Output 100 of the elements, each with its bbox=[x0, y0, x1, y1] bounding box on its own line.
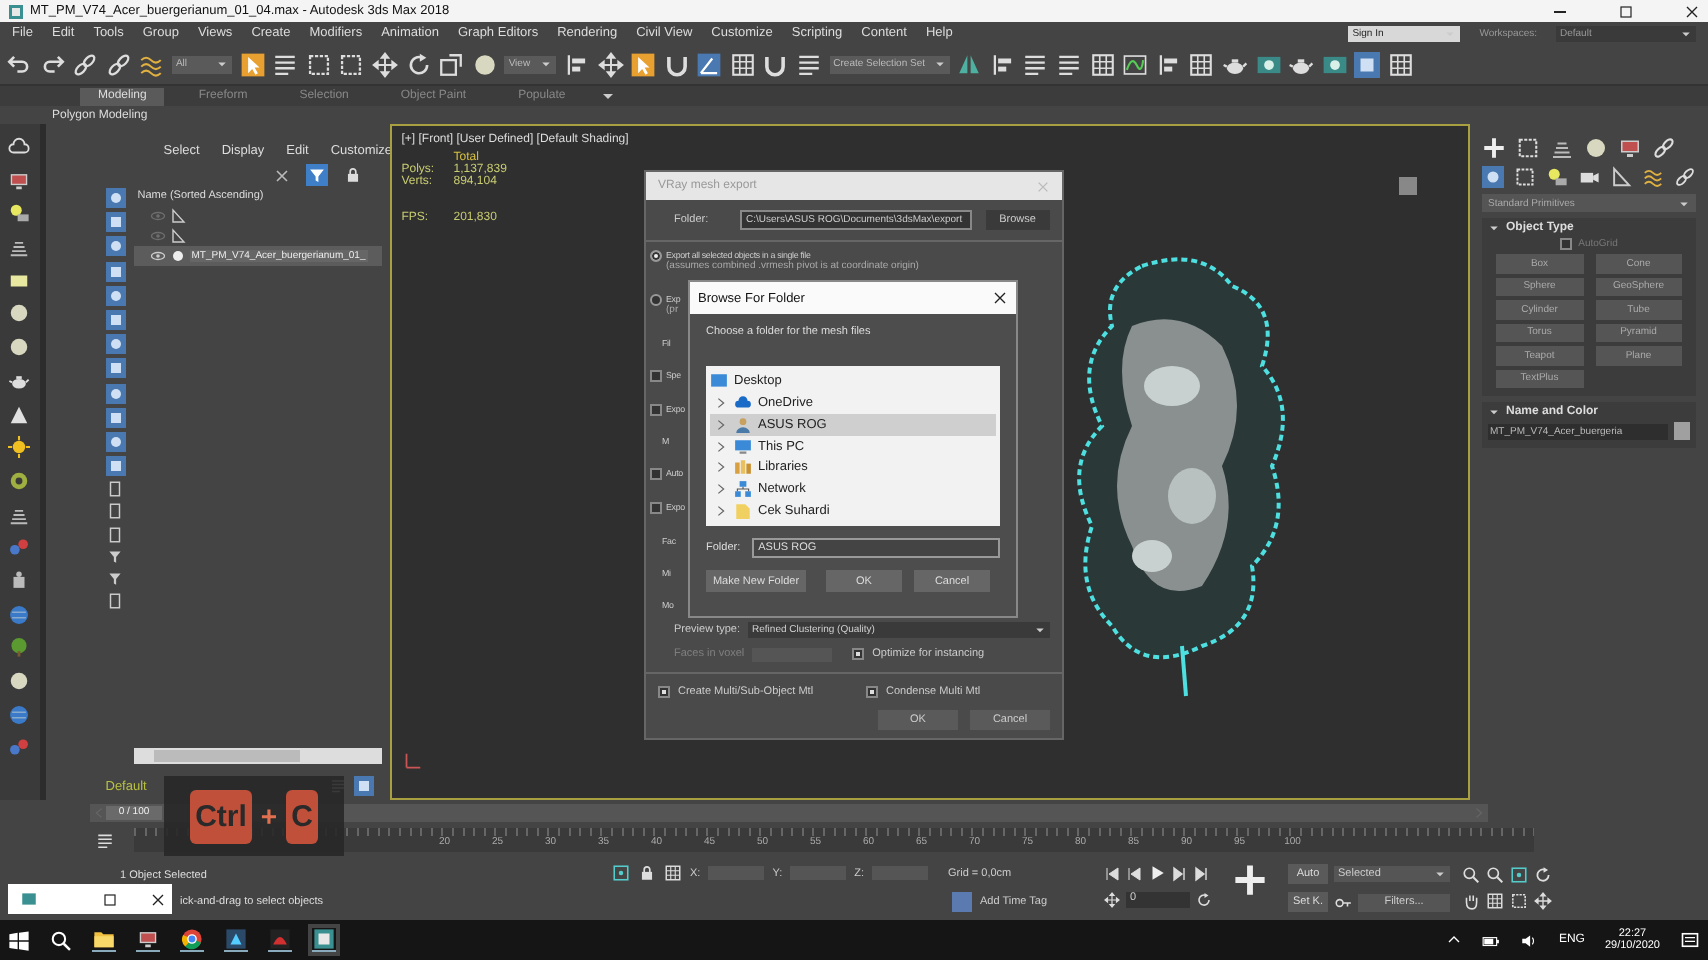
chevron-right-icon[interactable] bbox=[714, 439, 728, 453]
lock-icon[interactable] bbox=[343, 166, 362, 184]
radio-button[interactable] bbox=[650, 250, 662, 262]
checkbox[interactable] bbox=[1560, 238, 1573, 250]
chevron-up-icon[interactable] bbox=[1446, 932, 1463, 948]
filter-toggle-icon[interactable] bbox=[105, 431, 126, 452]
checkbox[interactable] bbox=[852, 648, 865, 660]
app-icon[interactable] bbox=[268, 928, 292, 952]
stairs-icon[interactable] bbox=[8, 236, 31, 259]
modify-icon[interactable] bbox=[1516, 136, 1540, 160]
track-icon[interactable] bbox=[96, 831, 114, 849]
notification-icon[interactable] bbox=[1680, 930, 1700, 950]
sphere-icon[interactable] bbox=[8, 670, 31, 692]
magnet-icon[interactable] bbox=[663, 51, 690, 77]
battery-icon[interactable] bbox=[1482, 931, 1501, 949]
checkbox[interactable] bbox=[650, 502, 662, 515]
molecule-icon[interactable] bbox=[8, 536, 31, 559]
collapse-icon[interactable] bbox=[1488, 406, 1500, 418]
list-icon[interactable] bbox=[1022, 51, 1049, 77]
walk-icon[interactable] bbox=[1534, 892, 1552, 910]
layer-button-icon[interactable] bbox=[353, 776, 374, 796]
checkbox[interactable] bbox=[650, 369, 662, 382]
filter-toggle-icon[interactable] bbox=[105, 285, 126, 306]
app-icon[interactable] bbox=[224, 928, 248, 952]
prev-frame-icon[interactable] bbox=[1126, 865, 1142, 881]
link-icon[interactable] bbox=[72, 51, 99, 77]
filter-icon[interactable] bbox=[305, 164, 328, 186]
bluebox-icon[interactable] bbox=[1354, 51, 1381, 77]
close-icon[interactable] bbox=[150, 891, 166, 907]
absolute-icon[interactable] bbox=[664, 864, 682, 882]
spacewarps-icon[interactable] bbox=[1642, 166, 1664, 188]
list-icon[interactable] bbox=[796, 51, 823, 77]
curve-icon[interactable] bbox=[1122, 51, 1149, 77]
sphere-icon[interactable] bbox=[471, 51, 498, 77]
filter-toggle-icon[interactable] bbox=[105, 456, 126, 477]
zoom-icon[interactable] bbox=[1462, 866, 1480, 884]
globe-icon[interactable] bbox=[8, 703, 31, 726]
windows-start-icon[interactable] bbox=[8, 929, 30, 951]
filter-toggle-icon[interactable] bbox=[105, 212, 126, 233]
scale-icon[interactable] bbox=[438, 51, 465, 77]
pan-icon[interactable] bbox=[1462, 892, 1480, 910]
screen-icon[interactable] bbox=[8, 169, 31, 192]
checkbox[interactable] bbox=[650, 468, 662, 481]
selection-region-icon[interactable] bbox=[305, 51, 332, 77]
list-icon[interactable] bbox=[1056, 51, 1083, 77]
mirror-icon[interactable] bbox=[956, 51, 983, 77]
maximize-icon[interactable] bbox=[1618, 3, 1634, 19]
filter-toggle-icon[interactable] bbox=[105, 261, 126, 282]
hierarchy-icon[interactable] bbox=[1550, 136, 1574, 160]
motion-icon[interactable] bbox=[1584, 136, 1608, 160]
chrome-icon[interactable] bbox=[180, 928, 204, 952]
tree-icon[interactable] bbox=[8, 636, 31, 659]
lights-icon[interactable] bbox=[1546, 166, 1568, 188]
restore-icon[interactable] bbox=[102, 891, 118, 907]
checkbox[interactable] bbox=[658, 686, 670, 698]
geometry-icon[interactable] bbox=[1482, 166, 1504, 188]
time-config-icon[interactable] bbox=[1196, 892, 1212, 908]
search-icon[interactable] bbox=[50, 929, 72, 951]
chevron-right-icon[interactable] bbox=[714, 504, 728, 519]
filter-toggle-icon[interactable] bbox=[105, 334, 126, 355]
bulb-icon[interactable] bbox=[8, 202, 31, 225]
molecule-icon[interactable] bbox=[8, 736, 31, 759]
next-frame-icon[interactable] bbox=[1172, 865, 1188, 881]
color-swatch[interactable] bbox=[1674, 422, 1690, 440]
cone-icon[interactable] bbox=[8, 403, 31, 425]
align-icon[interactable] bbox=[1155, 51, 1182, 77]
viewcube-icon[interactable] bbox=[1396, 174, 1420, 198]
page-icon[interactable] bbox=[105, 592, 124, 611]
wave-icon[interactable] bbox=[138, 51, 165, 77]
magnet-icon[interactable] bbox=[762, 51, 789, 77]
globe-icon[interactable] bbox=[8, 603, 31, 626]
utilities-icon[interactable] bbox=[1652, 136, 1676, 160]
rotate-icon[interactable] bbox=[405, 51, 432, 77]
move-icon[interactable] bbox=[597, 51, 623, 77]
pivot-icon[interactable] bbox=[563, 51, 590, 77]
sun-icon[interactable] bbox=[8, 436, 31, 459]
filter-toggle-icon[interactable] bbox=[105, 309, 126, 330]
move-icon[interactable] bbox=[371, 51, 398, 77]
app-icon[interactable] bbox=[136, 928, 160, 952]
set-key-icon[interactable] bbox=[1232, 862, 1268, 898]
filter-toggle-icon[interactable] bbox=[105, 188, 126, 208]
render-icon[interactable] bbox=[1255, 51, 1282, 77]
speaker-icon[interactable] bbox=[1520, 931, 1539, 949]
list-icon[interactable] bbox=[272, 51, 299, 77]
go-start-icon[interactable] bbox=[1104, 865, 1120, 881]
grid-icon[interactable] bbox=[1387, 51, 1414, 77]
filter-toggle-icon[interactable] bbox=[105, 383, 126, 403]
unlink-icon[interactable] bbox=[105, 51, 132, 77]
filter-toggle-icon[interactable] bbox=[105, 236, 126, 257]
torus-icon[interactable] bbox=[8, 469, 31, 492]
maximize-viewport-icon[interactable] bbox=[1486, 892, 1504, 910]
orbit-icon[interactable] bbox=[1534, 866, 1552, 884]
window-icon[interactable] bbox=[338, 51, 365, 77]
grid-icon[interactable] bbox=[1089, 51, 1116, 77]
scrollbar[interactable] bbox=[133, 748, 382, 764]
app-icon[interactable] bbox=[312, 928, 336, 952]
grid-icon[interactable] bbox=[729, 51, 756, 77]
helpers-icon[interactable] bbox=[1610, 166, 1632, 188]
lock-icon[interactable] bbox=[638, 864, 656, 882]
checkbox[interactable] bbox=[866, 686, 878, 698]
